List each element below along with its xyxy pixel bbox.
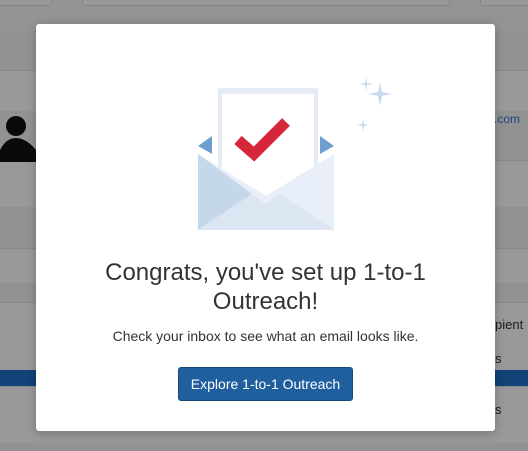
modal-title-line: Congrats, you've set up 1-to-1 <box>105 259 426 286</box>
envelope-with-checkmark-icon <box>198 77 392 230</box>
explore-outreach-button[interactable]: Explore 1-to-1 Outreach <box>178 367 353 401</box>
modal-title: Congrats, you've set up 1-to-1 Outreach! <box>56 258 475 316</box>
success-modal: Congrats, you've set up 1-to-1 Outreach!… <box>36 24 495 431</box>
modal-subtitle: Check your inbox to see what an email lo… <box>112 328 419 344</box>
modal-title-line: Outreach! <box>212 288 319 315</box>
